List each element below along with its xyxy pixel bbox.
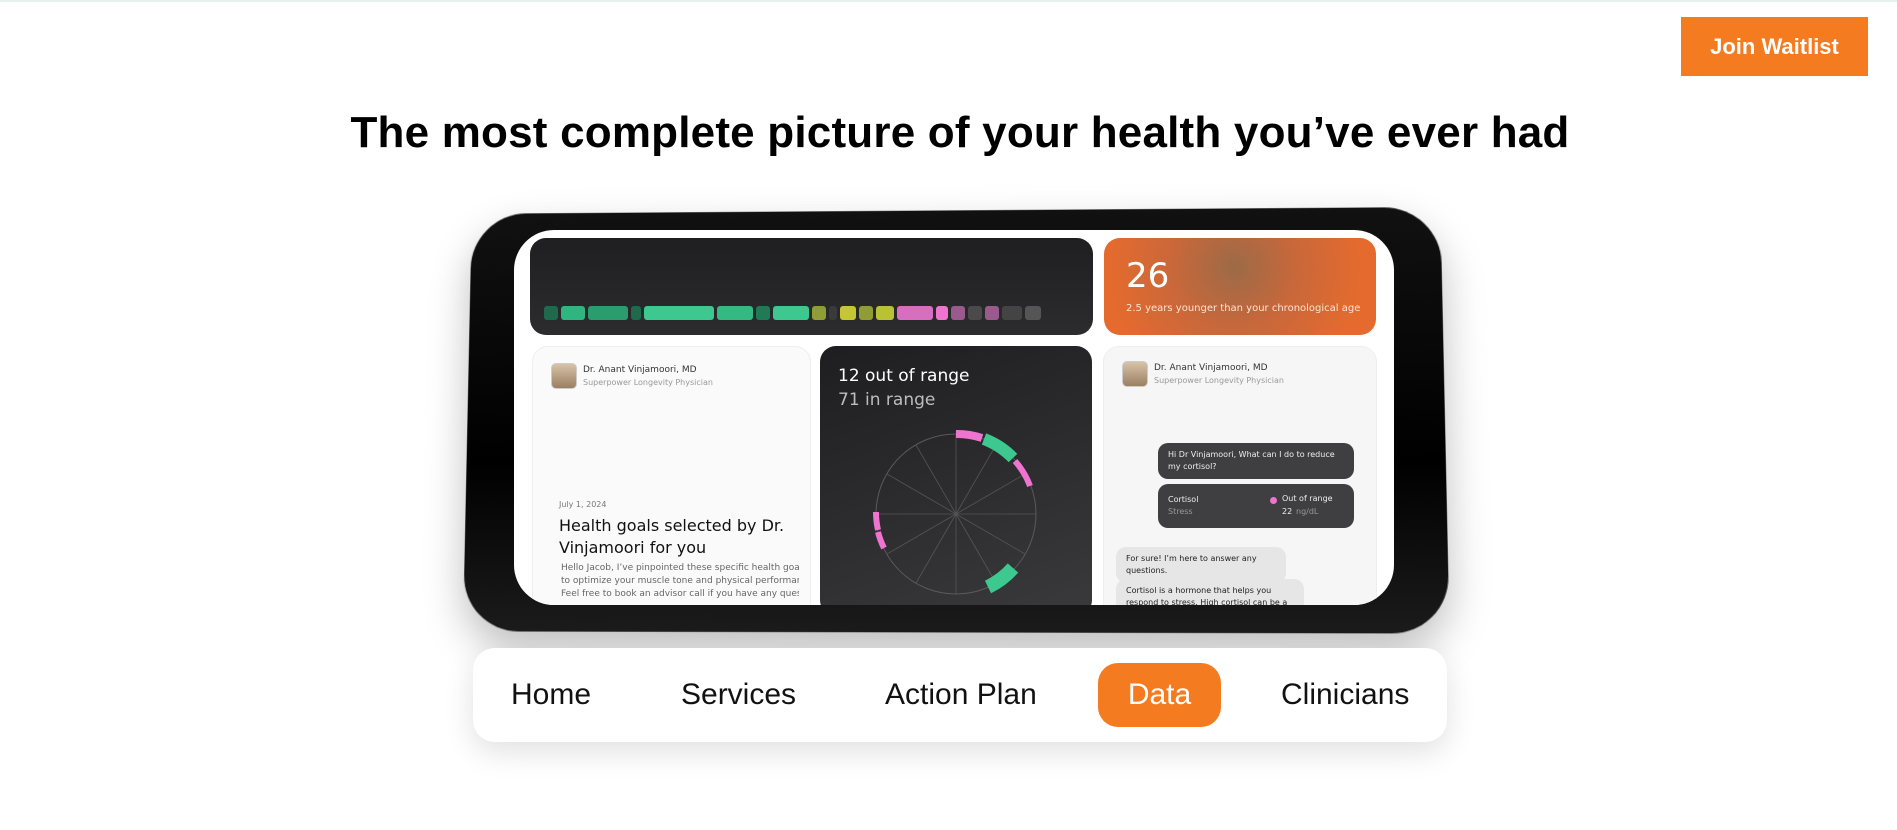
doctor-avatar — [551, 363, 577, 389]
goals-title: Health goals selected by Dr. Vinjamoori … — [559, 516, 785, 557]
range-radial-chart — [872, 429, 1037, 595]
goals-body-line: Feel free to book an advisor call if you… — [561, 589, 799, 599]
doctor-role: Superpower Longevity Physician — [1154, 376, 1284, 385]
marker-value: 22 — [1282, 507, 1293, 516]
doctor-avatar — [1122, 361, 1148, 387]
range-summary-card: 12 out of range 71 in range — [820, 346, 1092, 605]
biological-age-caption: 2.5 years younger than your chronologica… — [1126, 303, 1361, 314]
doctor-name: Dr. Anant Vinjamoori, MD — [1154, 363, 1268, 373]
marker-name: Cortisol — [1168, 495, 1199, 504]
biomarker-strip — [544, 306, 1079, 320]
out-of-range-dot-icon — [1270, 497, 1277, 504]
doctor-reply-bubble: For sure! I’m here to answer any questio… — [1116, 547, 1286, 583]
nav-home[interactable]: Home — [511, 648, 591, 742]
cortisol-marker-card: Cortisol Stress Out of range 22 ng/dL — [1158, 484, 1354, 528]
goals-date: July 1, 2024 — [559, 500, 607, 509]
goals-body-line: to optimize your muscle tone and physica… — [561, 576, 799, 586]
nav-data[interactable]: Data — [1098, 663, 1221, 727]
goals-body: Hello Jacob, I’ve pinpointed these speci… — [561, 562, 799, 601]
health-goals-card: Dr. Anant Vinjamoori, MD Superpower Long… — [532, 346, 811, 605]
doctor-reply-bubble: Cortisol is a hormone that helps you res… — [1116, 579, 1304, 605]
in-range-count: 71 in range — [838, 390, 936, 410]
out-of-range-count: 12 out of range — [838, 366, 970, 386]
marker-category: Stress — [1168, 507, 1193, 516]
user-message-bubble: Hi Dr Vinjamoori, What can I do to reduc… — [1158, 443, 1354, 479]
bottom-nav: Home Services Action Plan Data Clinician… — [473, 648, 1447, 742]
top-border — [0, 0, 1897, 2]
biological-age-card: 26 2.5 years younger than your chronolog… — [1104, 238, 1376, 335]
doctor-role: Superpower Longevity Physician — [583, 378, 713, 387]
biomarker-bar-card — [530, 238, 1093, 335]
nav-clinicians[interactable]: Clinicians — [1281, 648, 1409, 742]
device-mockup: 26 2.5 years younger than your chronolog… — [462, 207, 1450, 634]
doctor-name: Dr. Anant Vinjamoori, MD — [583, 365, 697, 375]
marker-status: Out of range — [1282, 494, 1333, 503]
nav-action-plan[interactable]: Action Plan — [885, 648, 1037, 742]
marker-unit: ng/dL — [1296, 507, 1319, 516]
join-waitlist-button[interactable]: Join Waitlist — [1681, 17, 1868, 76]
doctor-chat-card: Dr. Anant Vinjamoori, MD Superpower Long… — [1103, 346, 1377, 605]
goals-body-line: Hello Jacob, I’ve pinpointed these speci… — [561, 563, 799, 573]
hero-headline: The most complete picture of your health… — [350, 108, 1570, 157]
biological-age-value: 26 — [1126, 256, 1170, 296]
device-screen: 26 2.5 years younger than your chronolog… — [514, 230, 1394, 605]
nav-services[interactable]: Services — [681, 648, 796, 742]
